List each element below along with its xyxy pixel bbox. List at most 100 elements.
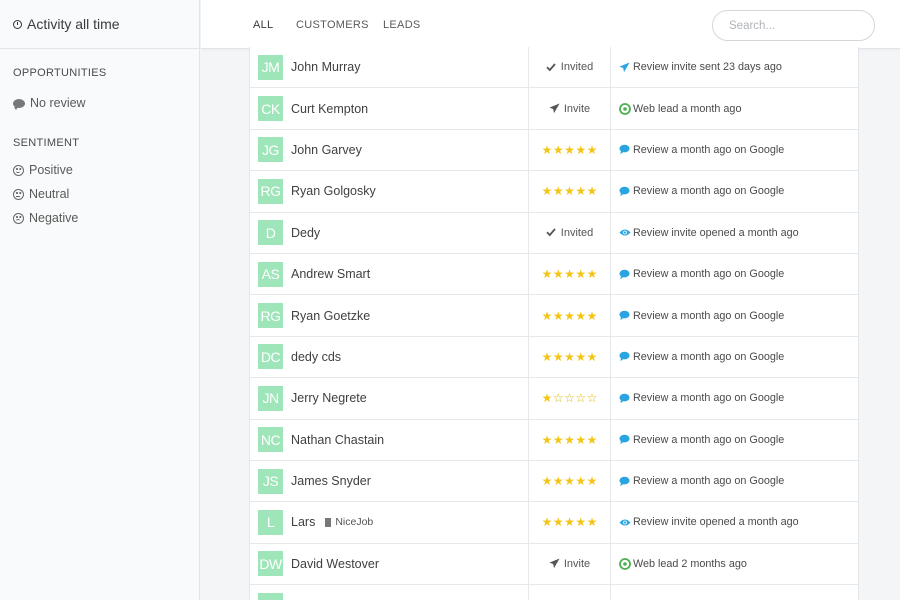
table-row[interactable]: D Dedy Invited Review invite opened a mo… (250, 212, 858, 254)
star-filled-icon: ★ (586, 267, 598, 282)
rating-stars: ★ ★ ★ ★ ★ (542, 268, 598, 280)
activity-cell: Review a month ago on Google (611, 337, 858, 377)
sidebar-item-no-review[interactable]: No review (0, 91, 199, 115)
star-filled-icon: ★ (552, 432, 564, 447)
sentiment-heading: SENTIMENT (13, 137, 80, 149)
sidebar-item-label: Positive (29, 163, 73, 177)
star-filled-icon: ★ (541, 474, 553, 489)
customer-cell (250, 585, 529, 600)
activity-text: Review invite opened a month ago (633, 516, 799, 529)
table-row[interactable]: JG John Garvey ★ ★ ★ ★ ★ Review a month ago … (250, 129, 858, 172)
table-row[interactable]: DW David Westover Invite Web lead 2 mont… (250, 543, 858, 586)
star-filled-icon: ★ (541, 308, 553, 323)
star-filled-icon: ★ (586, 349, 598, 364)
table-row[interactable]: RG Ryan Golgosky ★ ★ ★ ★ ★ Review a month ag… (250, 171, 858, 213)
activity-cell: Web lead a month ago (611, 88, 858, 128)
table-row[interactable]: JM John Murray Invited Review invite sen… (250, 47, 858, 89)
activity-table: JM John Murray Invited Review invite sen… (249, 47, 859, 600)
star-filled-icon: ★ (541, 267, 553, 282)
status-cell: ★ ★ ★ ★ ★ (529, 253, 611, 295)
avatar: JG (258, 137, 283, 163)
activity-text: Review a month ago on Google (633, 392, 785, 405)
tab-leads[interactable]: LEADS (383, 0, 421, 49)
smile-icon (13, 164, 24, 176)
table-row[interactable]: AS Andrew Smart ★ ★ ★ ★ ★ Review a month ago… (250, 253, 858, 296)
table-row[interactable]: DC dedy cds ★ ★ ★ ★ ★ Review a month ago on … (250, 336, 858, 379)
star-empty-icon: ☆ (575, 391, 587, 406)
star-filled-icon: ★ (564, 267, 575, 282)
chat-bubble-icon (619, 310, 630, 321)
customer-cell: NC Nathan Chastain (250, 419, 529, 460)
star-filled-icon: ★ (564, 349, 575, 364)
table-row[interactable]: RG Ryan Goetzke ★ ★ ★ ★ ★ Review a month ago… (250, 295, 858, 337)
chat-bubble-icon (619, 393, 630, 404)
activity-filter[interactable]: Activity all time (0, 0, 199, 49)
activity-cell: Review invite sent 23 days ago (611, 47, 858, 87)
customer-cell: L Lars NiceJob (250, 502, 529, 543)
customer-name: Lars (291, 515, 316, 530)
star-filled-icon: ★ (541, 391, 553, 406)
star-filled-icon: ★ (575, 515, 587, 530)
activity-cell: Review invite opened a month ago (611, 502, 858, 542)
status-cell: Invited (529, 47, 611, 88)
chat-bubble-icon (619, 186, 630, 197)
rating-stars: ★ ★ ★ ★ ★ (542, 185, 598, 197)
star-empty-icon: ☆ (552, 391, 564, 406)
status-label: Invited (560, 226, 594, 239)
customer-cell: DC dedy cds (250, 336, 529, 378)
table-row[interactable]: JN Jerry Negrete ★ ☆ ☆ ☆ ☆ Review a month ag… (250, 378, 858, 420)
table-row[interactable]: JS James Snyder ★ ★ ★ ★ ★ Review a month ago… (250, 460, 858, 503)
bookmark-icon (325, 517, 332, 527)
activity-cell: Review a month ago on Google (611, 254, 858, 294)
star-filled-icon: ★ (575, 184, 587, 199)
tab-all[interactable]: ALL (248, 0, 279, 50)
star-filled-icon: ★ (552, 515, 564, 530)
clock-icon (13, 19, 22, 29)
sidebar-item-neutral[interactable]: Neutral (0, 182, 199, 206)
star-filled-icon: ★ (586, 474, 598, 489)
star-filled-icon: ★ (541, 515, 553, 530)
table-row[interactable]: L Lars NiceJob ★ ★ ★ ★ ★ Review invite opene… (250, 502, 858, 544)
sidebar-item-label: Negative (29, 211, 79, 225)
activity-cell: Review a month ago on Google (611, 461, 858, 501)
rating-stars: ★ ★ ★ ★ ★ (542, 516, 598, 528)
tab-customers[interactable]: CUSTOMERS (296, 0, 369, 49)
customer-cell: DW David Westover (250, 543, 529, 585)
star-filled-icon: ★ (564, 308, 575, 323)
star-filled-icon: ★ (575, 349, 587, 364)
table-row[interactable] (250, 585, 858, 600)
frown-icon (13, 212, 24, 224)
activity-text: Review a month ago on Google (633, 350, 785, 363)
table-row[interactable]: NC Nathan Chastain ★ ★ ★ ★ ★ Review a month … (250, 419, 858, 461)
customer-cell: JG John Garvey (250, 129, 529, 171)
activity-cell: Review a month ago on Google (611, 130, 858, 170)
status-label: Invite (563, 102, 591, 115)
activity-text: Review invite sent 23 days ago (633, 61, 782, 74)
check-icon (546, 62, 557, 73)
star-filled-icon: ★ (586, 142, 598, 157)
customer-name: James Snyder (291, 474, 371, 489)
table-row[interactable]: CK Curt Kempton Invite Web lead a month … (250, 88, 858, 130)
customer-name: Dedy (291, 225, 321, 240)
search-input[interactable] (712, 10, 875, 41)
activity-cell: Review a month ago on Google (611, 171, 858, 211)
status-label: Invite (563, 557, 591, 570)
sidebar-item-positive[interactable]: Positive (0, 158, 199, 182)
sidebar-item-negative[interactable]: Negative (0, 206, 199, 230)
customer-cell: JS James Snyder (250, 460, 529, 502)
activity-cell (611, 585, 858, 600)
star-filled-icon: ★ (575, 308, 587, 323)
avatar: NC (258, 427, 283, 453)
star-empty-icon: ☆ (564, 391, 575, 406)
customer-name: John Murray (291, 60, 361, 75)
activity-cell: Review a month ago on Google (611, 378, 858, 418)
status-cell: ★ ★ ★ ★ ★ (529, 460, 611, 502)
sidebar-item-label: No review (30, 96, 86, 110)
status-cell: Invite (529, 543, 611, 585)
customer-cell: AS Andrew Smart (250, 253, 529, 295)
source-tag-label: NiceJob (335, 516, 374, 529)
activity-text: Review invite opened a month ago (633, 226, 799, 239)
avatar: D (258, 220, 283, 246)
customer-cell: RG Ryan Goetzke (250, 295, 529, 336)
star-filled-icon: ★ (541, 349, 553, 364)
